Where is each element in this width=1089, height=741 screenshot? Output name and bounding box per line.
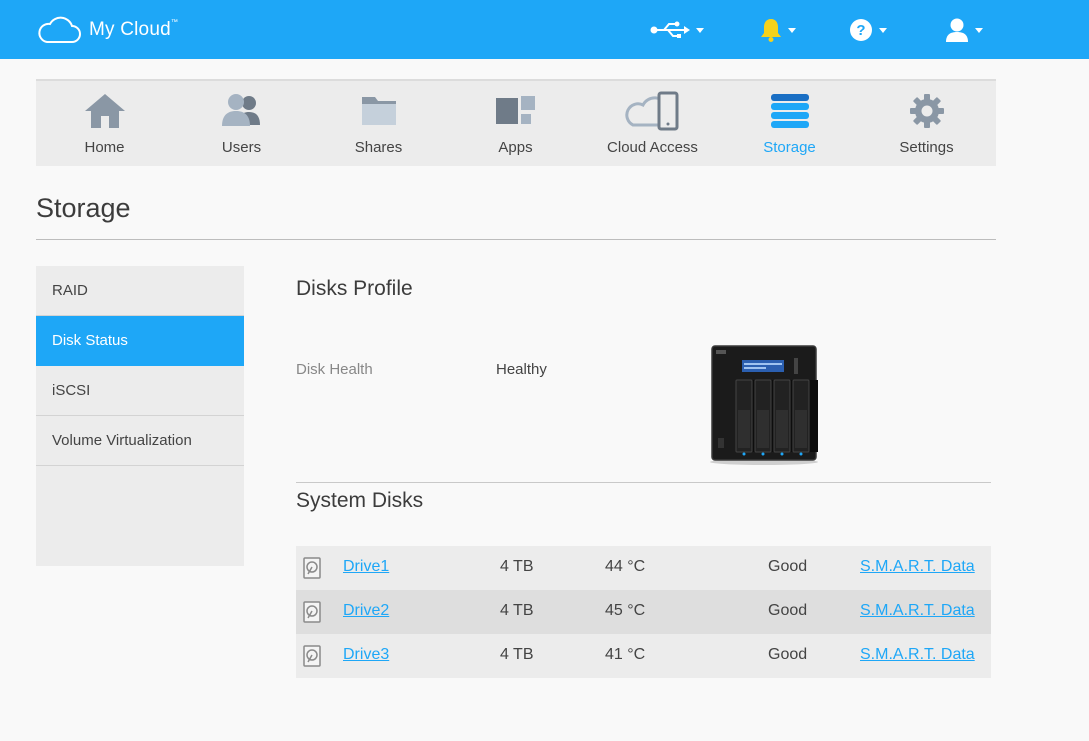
chevron-down-icon (788, 27, 796, 33)
nav-label: Apps (498, 139, 533, 156)
drive-name-link[interactable]: Drive2 (343, 602, 389, 620)
shares-folder-icon (361, 97, 396, 125)
side-item-volume-virtualization[interactable]: Volume Virtualization (36, 416, 244, 466)
users-icon (221, 94, 260, 126)
nav-item-shares[interactable]: Shares (310, 81, 447, 166)
drive-temperature: 44 °C (605, 558, 646, 575)
divider (36, 239, 996, 240)
drive-status: Good (768, 602, 808, 619)
nav-item-cloud-access[interactable]: Cloud Access (584, 81, 721, 166)
drive-size: 4 TB (500, 558, 534, 575)
side-item-raid[interactable]: RAID (36, 266, 244, 316)
divider (296, 482, 991, 483)
disks-profile-title: Disks Profile (296, 277, 413, 300)
drive-size: 4 TB (500, 602, 534, 619)
chevron-down-icon (975, 27, 983, 33)
disk-health-value: Healthy (496, 361, 547, 378)
nav-label: Home (84, 139, 125, 156)
brand-name: My Cloud™ (89, 19, 179, 40)
home-icon (84, 94, 125, 128)
usb-icon (650, 21, 690, 38)
svg-text:?: ? (856, 22, 865, 39)
nav-item-users[interactable]: Users (173, 81, 310, 166)
nas-device-image (710, 345, 818, 465)
drive-size: 4 TB (500, 646, 534, 663)
nav-label: Storage (763, 139, 816, 156)
user-icon (946, 18, 968, 42)
storage-icon (770, 94, 809, 128)
nav-item-storage[interactable]: Storage (721, 81, 858, 166)
nav-item-settings[interactable]: Settings (858, 81, 995, 166)
nav-label: Settings (899, 139, 954, 156)
smart-data-link[interactable]: S.M.A.R.T. Data (860, 646, 975, 664)
table-row: Drive2 4 TB 45 °C Good S.M.A.R.T. Data (296, 590, 991, 634)
hard-drive-icon (303, 601, 321, 623)
cloud-logo-icon (38, 16, 81, 43)
main-nav: Home Users Shares Apps Cloud Access Stor… (36, 79, 996, 166)
apps-icon (495, 96, 535, 124)
disk-health-label: Disk Health (296, 361, 373, 378)
system-disks-table: Drive1 4 TB 44 °C Good S.M.A.R.T. Data D… (296, 546, 991, 678)
drive-temperature: 41 °C (605, 646, 646, 663)
nav-label: Shares (354, 139, 403, 156)
side-item-disk-status[interactable]: Disk Status (36, 316, 244, 366)
user-menu[interactable] (945, 16, 983, 44)
nav-item-apps[interactable]: Apps (447, 81, 584, 166)
top-bar: My Cloud™ ? (0, 0, 1089, 59)
drive-status: Good (768, 646, 808, 663)
nav-label: Cloud Access (607, 139, 698, 156)
settings-gear-icon (909, 94, 944, 128)
notifications-menu[interactable] (760, 16, 796, 44)
smart-data-link[interactable]: S.M.A.R.T. Data (860, 602, 975, 620)
chevron-down-icon (696, 27, 704, 33)
cloud-access-icon (624, 91, 678, 131)
table-row: Drive3 4 TB 41 °C Good S.M.A.R.T. Data (296, 634, 991, 678)
table-row: Drive1 4 TB 44 °C Good S.M.A.R.T. Data (296, 546, 991, 590)
help-icon: ? (850, 19, 872, 41)
page-title: Storage (36, 193, 131, 223)
smart-data-link[interactable]: S.M.A.R.T. Data (860, 558, 975, 576)
hard-drive-icon (303, 557, 321, 579)
drive-temperature: 45 °C (605, 602, 646, 619)
drive-name-link[interactable]: Drive1 (343, 558, 389, 576)
chevron-down-icon (879, 27, 887, 33)
bell-icon (761, 19, 781, 42)
help-menu[interactable]: ? (849, 16, 887, 44)
usb-menu[interactable] (650, 16, 704, 44)
drive-status: Good (768, 558, 808, 575)
drive-name-link[interactable]: Drive3 (343, 646, 389, 664)
brand-logo[interactable]: My Cloud™ (37, 16, 178, 44)
nav-label: Users (221, 139, 262, 156)
hard-drive-icon (303, 645, 321, 667)
system-disks-title: System Disks (296, 489, 424, 512)
nav-item-home[interactable]: Home (36, 81, 173, 166)
side-item-iscsi[interactable]: iSCSI (36, 366, 244, 416)
storage-side-menu: RAID Disk Status iSCSI Volume Virtualiza… (36, 266, 244, 566)
